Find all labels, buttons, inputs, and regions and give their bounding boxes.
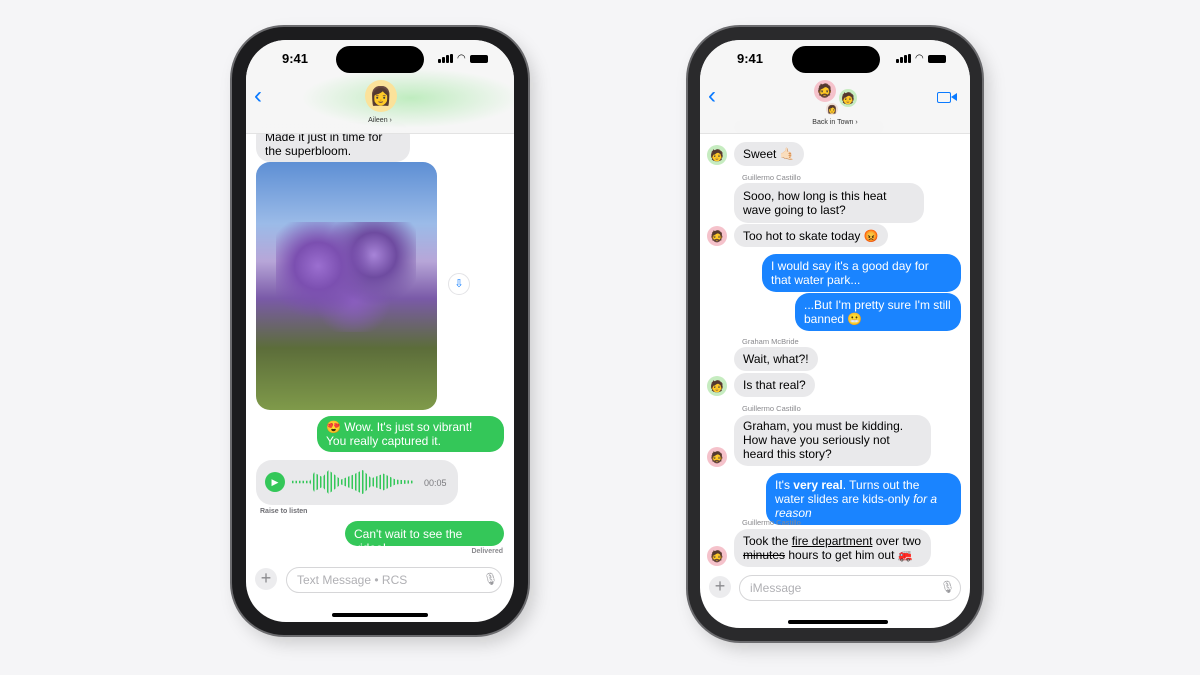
home-indicator (788, 620, 888, 624)
avatar: 🧔 (707, 546, 727, 566)
status-time: 9:41 (737, 51, 764, 66)
microphone-icon[interactable]: 🎙 (483, 572, 498, 586)
avatar: 🧑 (707, 145, 727, 165)
play-button[interactable]: ▶ (265, 472, 285, 492)
video-call-icon-lens (951, 93, 957, 101)
sender-name: Guillermo Castillo (742, 404, 801, 413)
signal-icon (896, 54, 911, 63)
group-avatar: 👩 (826, 103, 838, 115)
avatar: 🧔 (707, 226, 727, 246)
sender-name: Guillermo Castillo (742, 173, 801, 182)
raise-to-listen: Raise to listen (260, 508, 308, 515)
contact-avatar[interactable]: 👩 (365, 80, 397, 112)
text-part: hours to get him out 🚒 (785, 548, 913, 562)
waveform (292, 470, 414, 494)
home-indicator (332, 613, 428, 617)
dynamic-island (792, 46, 880, 73)
message-bubble: ...But I'm pretty sure I'm still banned … (795, 293, 961, 331)
strikethrough-text: minutes (743, 548, 786, 562)
video-call-icon[interactable] (937, 92, 951, 103)
back-button[interactable]: ‹ (708, 82, 716, 110)
text-part: over two (872, 534, 922, 548)
delivery-status: Delivered (471, 548, 503, 555)
message-input[interactable]: iMessage (739, 575, 961, 601)
contact-name-text: Aileen (368, 117, 388, 124)
group-avatar: 🧔 (814, 80, 836, 102)
contact-name[interactable]: Aileen › (246, 117, 514, 124)
message-bubble: 😍 Wow. It's just so vibrant! You really … (317, 416, 504, 452)
lavender-photo[interactable] (256, 162, 437, 410)
status-icons: ◠ (438, 53, 488, 64)
back-button[interactable]: ‹ (254, 82, 262, 110)
audio-duration: 00:05 (424, 478, 447, 488)
audio-message: ▶ 00:05 (256, 460, 458, 505)
message-bubble: Too hot to skate today 😡 (734, 224, 888, 247)
right-screen: 🧑 Sweet 🤙🏻 Guillermo Castillo Sooo, how … (700, 40, 970, 628)
microphone-icon[interactable]: 🎙 (940, 580, 955, 594)
message-bubble: Is that real? (734, 373, 815, 397)
avatar: 🧑 (707, 376, 727, 396)
bold-text: very real (793, 478, 843, 492)
wifi-icon: ◠ (457, 53, 466, 64)
group-name[interactable]: Back in Town › (700, 119, 970, 126)
left-screen: Made it just in time for the superbloom.… (246, 40, 514, 622)
add-attachment-button[interactable]: + (255, 568, 277, 590)
sender-name: Graham McBride (742, 337, 799, 346)
message-bubble: I would say it's a good day for that wat… (762, 254, 961, 292)
status-time: 9:41 (282, 51, 309, 66)
add-attachment-button[interactable]: + (709, 576, 731, 598)
message-bubble: Wait, what?! (734, 347, 818, 371)
download-icon[interactable]: ⇩ (448, 273, 470, 295)
text-part: It's (775, 478, 794, 492)
message-bubble: Sooo, how long is this heat wave going t… (734, 183, 924, 223)
sender-name: Guillermo Castillo (742, 518, 801, 527)
text-part: Took the (743, 534, 792, 548)
right-phone: 🧑 Sweet 🤙🏻 Guillermo Castillo Sooo, how … (688, 27, 982, 641)
group-name-text: Back in Town (812, 119, 854, 126)
left-phone: Made it just in time for the superbloom.… (232, 27, 528, 635)
signal-icon (438, 54, 453, 63)
message-bubble: Sweet 🤙🏻 (734, 142, 804, 166)
battery-icon (927, 55, 946, 63)
message-input[interactable]: Text Message • RCS (286, 567, 502, 593)
message-bubble: Graham, you must be kidding. How have yo… (734, 415, 931, 466)
wifi-icon: ◠ (915, 53, 924, 64)
battery-icon (469, 55, 488, 63)
status-icons: ◠ (896, 53, 946, 64)
underlined-text: fire department (791, 534, 873, 548)
group-avatar: 🧑 (839, 89, 857, 107)
message-bubble: Can't wait to see the video! (345, 521, 504, 555)
message-bubble: Took the fire department over two minute… (734, 529, 931, 567)
avatar: 🧔 (707, 447, 727, 467)
dynamic-island (336, 46, 424, 73)
